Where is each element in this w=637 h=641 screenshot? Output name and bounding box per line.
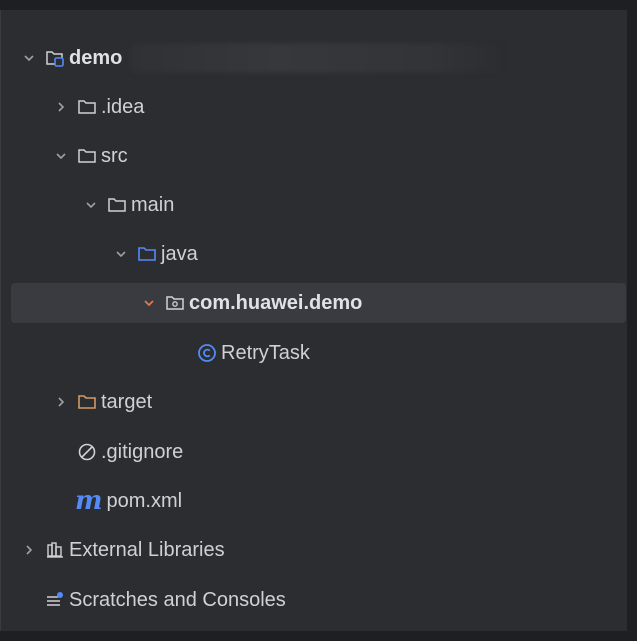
class-icon xyxy=(197,343,217,363)
tree-node-label: pom.xml xyxy=(106,490,183,512)
tree-node-package[interactable]: com.huawei.demo xyxy=(11,283,626,323)
library-icon xyxy=(45,540,65,560)
tree-node-pom[interactable]: m pom.xml xyxy=(1,481,626,521)
tree-node-idea[interactable]: .idea xyxy=(1,87,626,127)
tree-node-main[interactable]: main xyxy=(1,185,626,225)
tree-node-label: .gitignore xyxy=(101,441,184,463)
chevron-down-icon[interactable] xyxy=(141,295,157,311)
folder-icon xyxy=(77,97,97,117)
scratch-icon xyxy=(45,590,65,610)
tree-node-label: RetryTask xyxy=(221,342,310,364)
window-frame-bottom xyxy=(0,631,637,641)
window-frame-right xyxy=(627,0,637,641)
tree-node-src[interactable]: src xyxy=(1,136,626,176)
chevron-down-icon[interactable] xyxy=(113,246,129,262)
tree-node-demo[interactable]: demo xyxy=(1,38,626,78)
tree-node-label: target xyxy=(101,391,153,413)
tree-node-label: Scratches and Consoles xyxy=(69,589,286,611)
tree-node-java[interactable]: java xyxy=(1,234,626,274)
tree-node-scratches[interactable]: Scratches and Consoles xyxy=(1,580,626,620)
window-frame-top xyxy=(0,0,637,10)
chevron-right-icon[interactable] xyxy=(53,394,69,410)
tree-node-gitignore[interactable]: .gitignore xyxy=(1,432,626,472)
excluded-folder-icon xyxy=(77,392,97,412)
folder-icon xyxy=(77,146,97,166)
tree-node-target[interactable]: target xyxy=(1,382,626,422)
maven-icon: m xyxy=(75,486,103,516)
module-folder-icon xyxy=(45,48,65,68)
tree-node-label: External Libraries xyxy=(69,539,225,561)
tree-node-label: src xyxy=(101,145,128,167)
gitignore-icon xyxy=(77,442,97,462)
source-root-folder-icon xyxy=(137,244,157,264)
tree-node-label: main xyxy=(131,194,175,216)
package-icon xyxy=(165,293,185,313)
tree-node-external-libraries[interactable]: External Libraries xyxy=(1,530,626,570)
chevron-down-icon[interactable] xyxy=(21,50,37,66)
chevron-down-icon[interactable] xyxy=(83,197,99,213)
folder-icon xyxy=(107,195,127,215)
chevron-right-icon[interactable] xyxy=(21,542,37,558)
tree-node-retrytask[interactable]: RetryTask xyxy=(1,333,626,373)
chevron-right-icon[interactable] xyxy=(53,99,69,115)
tree-node-label: demo xyxy=(69,47,123,69)
tree-node-label: com.huawei.demo xyxy=(189,292,363,314)
tree-node-label: java xyxy=(161,243,198,265)
project-tool-window: demo .idea src main java com.huawei.demo… xyxy=(0,0,637,641)
redacted-path xyxy=(130,43,503,73)
chevron-down-icon[interactable] xyxy=(53,148,69,164)
tree-node-label: .idea xyxy=(101,96,145,118)
